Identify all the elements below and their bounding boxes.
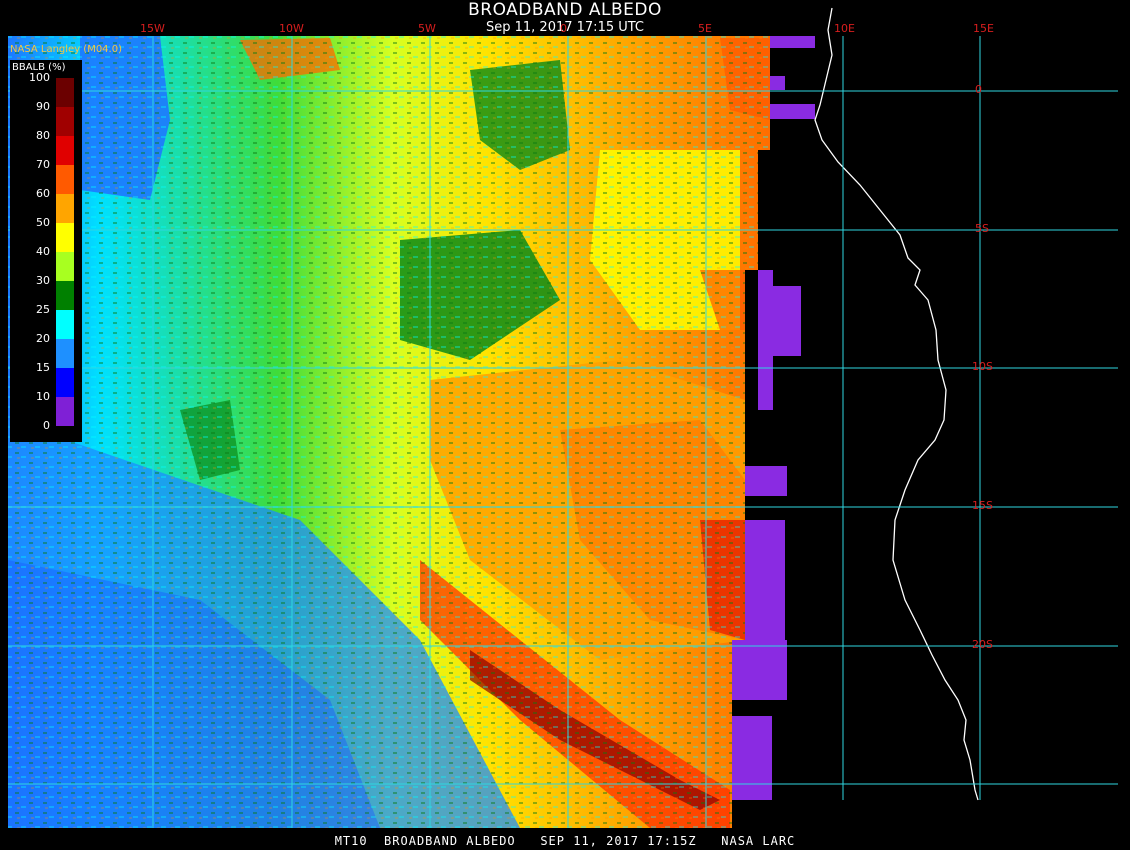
color-legend: BBALB (%) 100 90 80 70 60 50 40 30 25 20 15 10 0	[10, 60, 82, 442]
legend-value: 80	[36, 129, 50, 142]
footer-caption: MT10 BROADBAND ALBEDO SEP 11, 2017 17:15…	[334, 834, 796, 848]
lon-label: 15W	[140, 22, 165, 35]
legend-value: 100	[29, 71, 50, 84]
lat-label: 10S	[972, 360, 993, 373]
albedo-map	[8, 7, 1118, 828]
satellite-scene	[8, 36, 770, 828]
legend-swatch	[56, 78, 74, 107]
legend-swatch	[56, 252, 74, 281]
coastline	[814, 7, 979, 801]
legend-value: 20	[36, 332, 50, 345]
legend-value: 0	[43, 419, 50, 432]
legend-value: 15	[36, 361, 50, 374]
credit-label: NASA Langley (M04.0)	[10, 44, 122, 55]
legend-value: 10	[36, 390, 50, 403]
legend-swatch	[56, 339, 74, 368]
legend-swatch	[56, 136, 74, 165]
lon-label: 0	[560, 22, 567, 35]
legend-swatch	[56, 223, 74, 252]
legend-swatch	[56, 397, 74, 426]
legend-value: 40	[36, 245, 50, 258]
lon-label: 5W	[418, 22, 436, 35]
lon-label: 10E	[834, 22, 855, 35]
legend-swatch	[56, 310, 74, 339]
legend-swatch	[56, 165, 74, 194]
lat-label: 0	[975, 83, 982, 96]
legend-value: 25	[36, 303, 50, 316]
legend-swatch	[56, 368, 74, 397]
legend-value: 70	[36, 158, 50, 171]
legend-value: 90	[36, 100, 50, 113]
legend-swatch	[56, 281, 74, 310]
lon-label: 10W	[279, 22, 304, 35]
legend-value: 60	[36, 187, 50, 200]
map-title: BROADBAND ALBEDO	[468, 0, 662, 20]
legend-swatch	[56, 107, 74, 136]
lat-label: 5S	[975, 222, 989, 235]
lat-label: 15S	[972, 499, 993, 512]
lon-label: 5E	[698, 22, 712, 35]
legend-swatch	[56, 194, 74, 223]
legend-value: 30	[36, 274, 50, 287]
lat-label: 20S	[972, 638, 993, 651]
lon-label: 15E	[973, 22, 994, 35]
legend-value: 50	[36, 216, 50, 229]
